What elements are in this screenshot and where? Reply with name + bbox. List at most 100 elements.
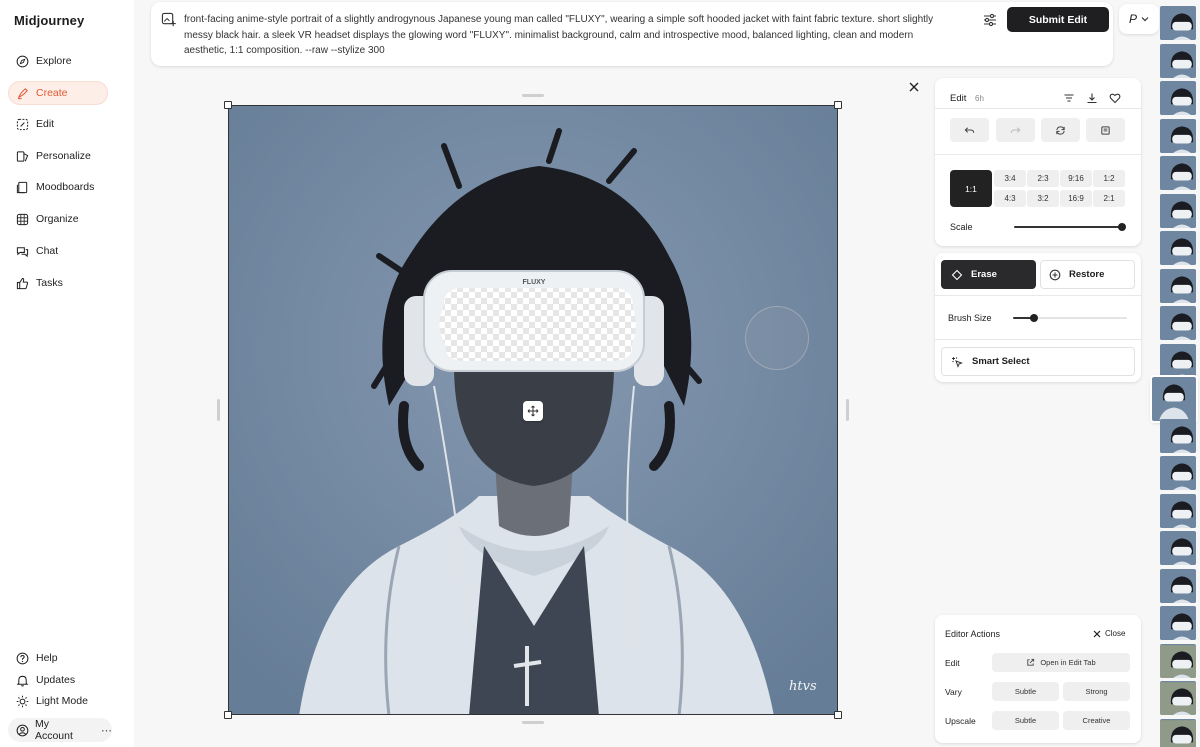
- corner-handle-bottom-left[interactable]: [224, 711, 232, 719]
- sidebar-item-organize[interactable]: Organize: [8, 207, 108, 231]
- history-thumbnail[interactable]: [1160, 569, 1196, 603]
- top-resize-handle[interactable]: [522, 94, 544, 97]
- prompt-bar: front-facing anime-style portrait of a s…: [151, 2, 1113, 66]
- heart-icon[interactable]: [1109, 92, 1121, 104]
- sidebar-item-personalize[interactable]: Personalize: [8, 144, 108, 168]
- upscale-subtle-button[interactable]: Subtle: [992, 711, 1059, 730]
- right-resize-handle[interactable]: [846, 399, 849, 421]
- bell-icon: [16, 675, 29, 686]
- vary-subtle-button[interactable]: Subtle: [992, 682, 1059, 701]
- history-thumbnail[interactable]: [1160, 81, 1196, 115]
- history-thumbnail[interactable]: [1160, 494, 1196, 528]
- brush-cursor-preview: [745, 306, 809, 370]
- history-thumbnail[interactable]: [1160, 306, 1196, 340]
- erase-button[interactable]: Erase: [941, 260, 1036, 289]
- redo-icon: [1010, 126, 1021, 133]
- profile-selector[interactable]: P: [1119, 4, 1159, 34]
- move-image-button[interactable]: [523, 401, 543, 421]
- sidebar-item-light-mode[interactable]: Light Mode: [8, 689, 108, 713]
- open-in-edit-tab-button[interactable]: Open in Edit Tab: [992, 653, 1130, 672]
- open-in-edit-tab-label: Open in Edit Tab: [1040, 658, 1096, 667]
- sidebar-item-label: Edit: [36, 118, 55, 130]
- reset-button[interactable]: [1041, 118, 1080, 142]
- account-button[interactable]: My Account ⋯: [8, 718, 112, 742]
- brush-size-label: Brush Size: [948, 313, 992, 323]
- corner-handle-top-right[interactable]: [834, 101, 842, 109]
- sidebar-item-explore[interactable]: Explore: [8, 49, 108, 73]
- add-image-icon[interactable]: [161, 12, 176, 27]
- sidebar-item-create[interactable]: Create: [8, 81, 108, 105]
- history-thumbnail[interactable]: [1160, 156, 1196, 190]
- history-thumbnail[interactable]: [1160, 194, 1196, 228]
- sidebar-item-label: Create: [36, 87, 68, 99]
- corner-handle-bottom-right[interactable]: [834, 711, 842, 719]
- history-thumbnail[interactable]: [1160, 606, 1196, 640]
- settings-sliders-icon[interactable]: [982, 12, 998, 28]
- ratio-option[interactable]: 16:9: [1060, 190, 1092, 207]
- history-thumbnail[interactable]: [1160, 231, 1196, 265]
- chevron-down-icon: [1141, 17, 1149, 22]
- sidebar-item-edit[interactable]: Edit: [8, 112, 108, 136]
- sidebar-item-label: Organize: [36, 213, 79, 225]
- history-thumbnail[interactable]: [1150, 375, 1198, 423]
- close-actions-button[interactable]: Close: [1093, 629, 1125, 638]
- history-thumbnail[interactable]: [1160, 6, 1196, 40]
- editor-actions-panel: Editor Actions Close Edit Open in Edit T…: [935, 615, 1141, 743]
- history-thumbnail[interactable]: [1160, 419, 1196, 453]
- ratio-option-selected[interactable]: 1:1: [950, 170, 992, 207]
- ratio-option[interactable]: 2:1: [1093, 190, 1125, 207]
- history-thumbnail[interactable]: [1160, 719, 1196, 747]
- app-logo[interactable]: Midjourney: [14, 13, 84, 28]
- brush-size-knob[interactable]: [1030, 314, 1038, 322]
- fit-frame-button[interactable]: [1086, 118, 1125, 142]
- user-circle-icon: [16, 724, 29, 736]
- history-thumbnail[interactable]: [1160, 681, 1196, 715]
- sidebar-item-moodboards[interactable]: Moodboards: [8, 175, 108, 199]
- history-thumbnail[interactable]: [1160, 531, 1196, 565]
- sidebar-item-chat[interactable]: Chat: [8, 239, 108, 263]
- smart-cursor-icon: [952, 356, 963, 368]
- smart-select-button[interactable]: Smart Select: [941, 347, 1135, 376]
- profile-letter: P: [1128, 12, 1137, 26]
- submit-edit-button[interactable]: Submit Edit: [1007, 7, 1109, 32]
- left-resize-handle[interactable]: [217, 399, 220, 421]
- history-thumbnail[interactable]: [1160, 644, 1196, 678]
- ratio-option[interactable]: 3:4: [994, 170, 1026, 187]
- sidebar: Midjourney Explore Create Edit Personali…: [0, 0, 134, 747]
- brush-panel: Erase Restore Brush Size Smart Select: [935, 253, 1141, 382]
- scale-label: Scale: [950, 222, 973, 232]
- redo-button[interactable]: [996, 118, 1035, 142]
- close-icon: [1093, 630, 1101, 637]
- undo-button[interactable]: [950, 118, 989, 142]
- scale-slider-track[interactable]: [1014, 226, 1124, 228]
- history-thumbnail[interactable]: [1160, 344, 1196, 378]
- panel-divider: [935, 154, 1141, 155]
- close-editor-icon[interactable]: [907, 80, 921, 94]
- corner-handle-top-left[interactable]: [224, 101, 232, 109]
- bottom-resize-handle[interactable]: [522, 721, 544, 724]
- history-thumbnail[interactable]: [1160, 456, 1196, 490]
- history-thumbnail[interactable]: [1160, 119, 1196, 153]
- ratio-option[interactable]: 4:3: [994, 190, 1026, 207]
- ratio-option[interactable]: 1:2: [1093, 170, 1125, 187]
- eraser-icon: [951, 269, 963, 280]
- vary-strong-button[interactable]: Strong: [1063, 682, 1130, 701]
- sidebar-item-help[interactable]: Help: [8, 646, 108, 670]
- history-thumbnail[interactable]: [1160, 44, 1196, 78]
- scale-slider-knob[interactable]: [1118, 223, 1126, 231]
- history-thumbnail[interactable]: [1160, 269, 1196, 303]
- upscale-creative-button[interactable]: Creative: [1063, 711, 1130, 730]
- prompt-input[interactable]: front-facing anime-style portrait of a s…: [184, 12, 954, 59]
- filter-lines-icon[interactable]: [1063, 92, 1075, 104]
- sidebar-item-label: Chat: [36, 245, 59, 257]
- edit-row-label: Edit: [945, 658, 960, 668]
- download-icon[interactable]: [1086, 92, 1098, 104]
- more-options-icon[interactable]: ⋯: [101, 724, 112, 737]
- sidebar-item-tasks[interactable]: Tasks: [8, 271, 108, 295]
- plus-circle-icon: [1049, 269, 1061, 280]
- restore-button[interactable]: Restore: [1040, 260, 1135, 289]
- ratio-option[interactable]: 3:2: [1027, 190, 1059, 207]
- ratio-option[interactable]: 9:16: [1060, 170, 1092, 187]
- panel-divider: [935, 339, 1141, 340]
- ratio-option[interactable]: 2:3: [1027, 170, 1059, 187]
